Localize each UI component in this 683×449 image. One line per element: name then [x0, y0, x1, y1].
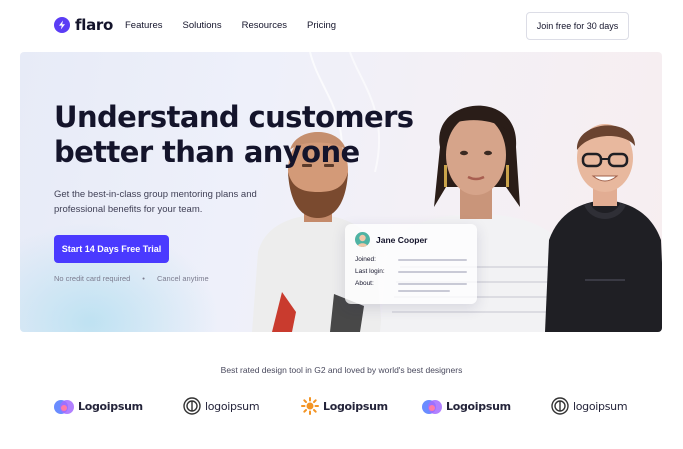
- placeholder-line: [397, 282, 467, 285]
- join-free-button[interactable]: Join free for 30 days: [526, 12, 629, 40]
- person-photo-man-glasses: [545, 124, 662, 332]
- partner-logo-text-1: Logoipsum: [78, 399, 143, 413]
- placeholder-line: [398, 290, 450, 292]
- headline-line-2: better than anyone: [54, 135, 360, 169]
- partner-logo-4: Logoipsum: [422, 396, 511, 416]
- profile-row-about: About:: [355, 280, 467, 287]
- avatar: [355, 232, 370, 247]
- blob-icon: [422, 400, 442, 414]
- start-trial-button[interactable]: Start 14 Days Free Trial: [54, 235, 169, 263]
- headline-line-1: Understand customers: [54, 100, 414, 134]
- social-proof-tagline: Best rated design tool in G2 and loved b…: [220, 365, 463, 375]
- partner-logo-text-2: logoipsum: [205, 399, 260, 413]
- nav-links: Features Solutions Resources Pricing: [125, 20, 356, 31]
- hero-headline: Understand customers better than anyone: [54, 100, 434, 170]
- profile-card: Jane Cooper Joined: Last login: About:: [345, 224, 477, 304]
- profile-row-last-login: Last login:: [355, 268, 467, 275]
- ring-icon: [551, 397, 569, 415]
- partner-logos: Logoipsum logoipsum Logoipsum Logoipsum …: [0, 396, 683, 418]
- profile-label-joined: Joined:: [355, 256, 376, 263]
- subcopy-line-1: Get the best-in-class group mentoring pl…: [54, 189, 257, 200]
- hero-section: Understand customers better than anyone …: [20, 52, 662, 332]
- sun-icon: [301, 397, 319, 415]
- bullet-separator: •: [142, 274, 145, 283]
- partner-logo-text-4: Logoipsum: [446, 399, 511, 413]
- trial-notes: No credit card required • Cancel anytime: [54, 274, 209, 283]
- subcopy-line-2: professional benefits for your team.: [54, 204, 203, 215]
- profile-label-about: About:: [355, 280, 374, 287]
- bolt-icon: [54, 17, 70, 33]
- brand-name: flaro: [75, 16, 113, 34]
- nav-link-resources[interactable]: Resources: [242, 20, 287, 31]
- placeholder-line: [397, 258, 467, 261]
- nav-link-pricing[interactable]: Pricing: [307, 20, 336, 31]
- profile-label-last-login: Last login:: [355, 268, 385, 275]
- ring-icon: [183, 397, 201, 415]
- no-credit-card-note: No credit card required: [54, 274, 131, 283]
- partner-logo-text-5: logoipsum: [573, 399, 628, 413]
- hero-subcopy: Get the best-in-class group mentoring pl…: [54, 187, 284, 217]
- brand-logo[interactable]: flaro: [54, 16, 113, 34]
- partner-logo-3: Logoipsum: [301, 396, 388, 416]
- profile-row-joined: Joined:: [355, 256, 467, 263]
- partner-logo-text-3: Logoipsum: [323, 399, 388, 413]
- partner-logo-1: Logoipsum: [54, 396, 143, 416]
- partner-logo-5: logoipsum: [551, 396, 628, 416]
- cancel-anytime-note: Cancel anytime: [156, 274, 209, 283]
- placeholder-line: [397, 270, 467, 273]
- blob-icon: [54, 400, 74, 414]
- top-navigation: flaro Features Solutions Resources Prici…: [0, 0, 683, 52]
- partner-logo-2: logoipsum: [183, 396, 260, 416]
- nav-link-features[interactable]: Features: [125, 20, 163, 31]
- profile-name: Jane Cooper: [376, 234, 428, 245]
- nav-link-solutions[interactable]: Solutions: [183, 20, 222, 31]
